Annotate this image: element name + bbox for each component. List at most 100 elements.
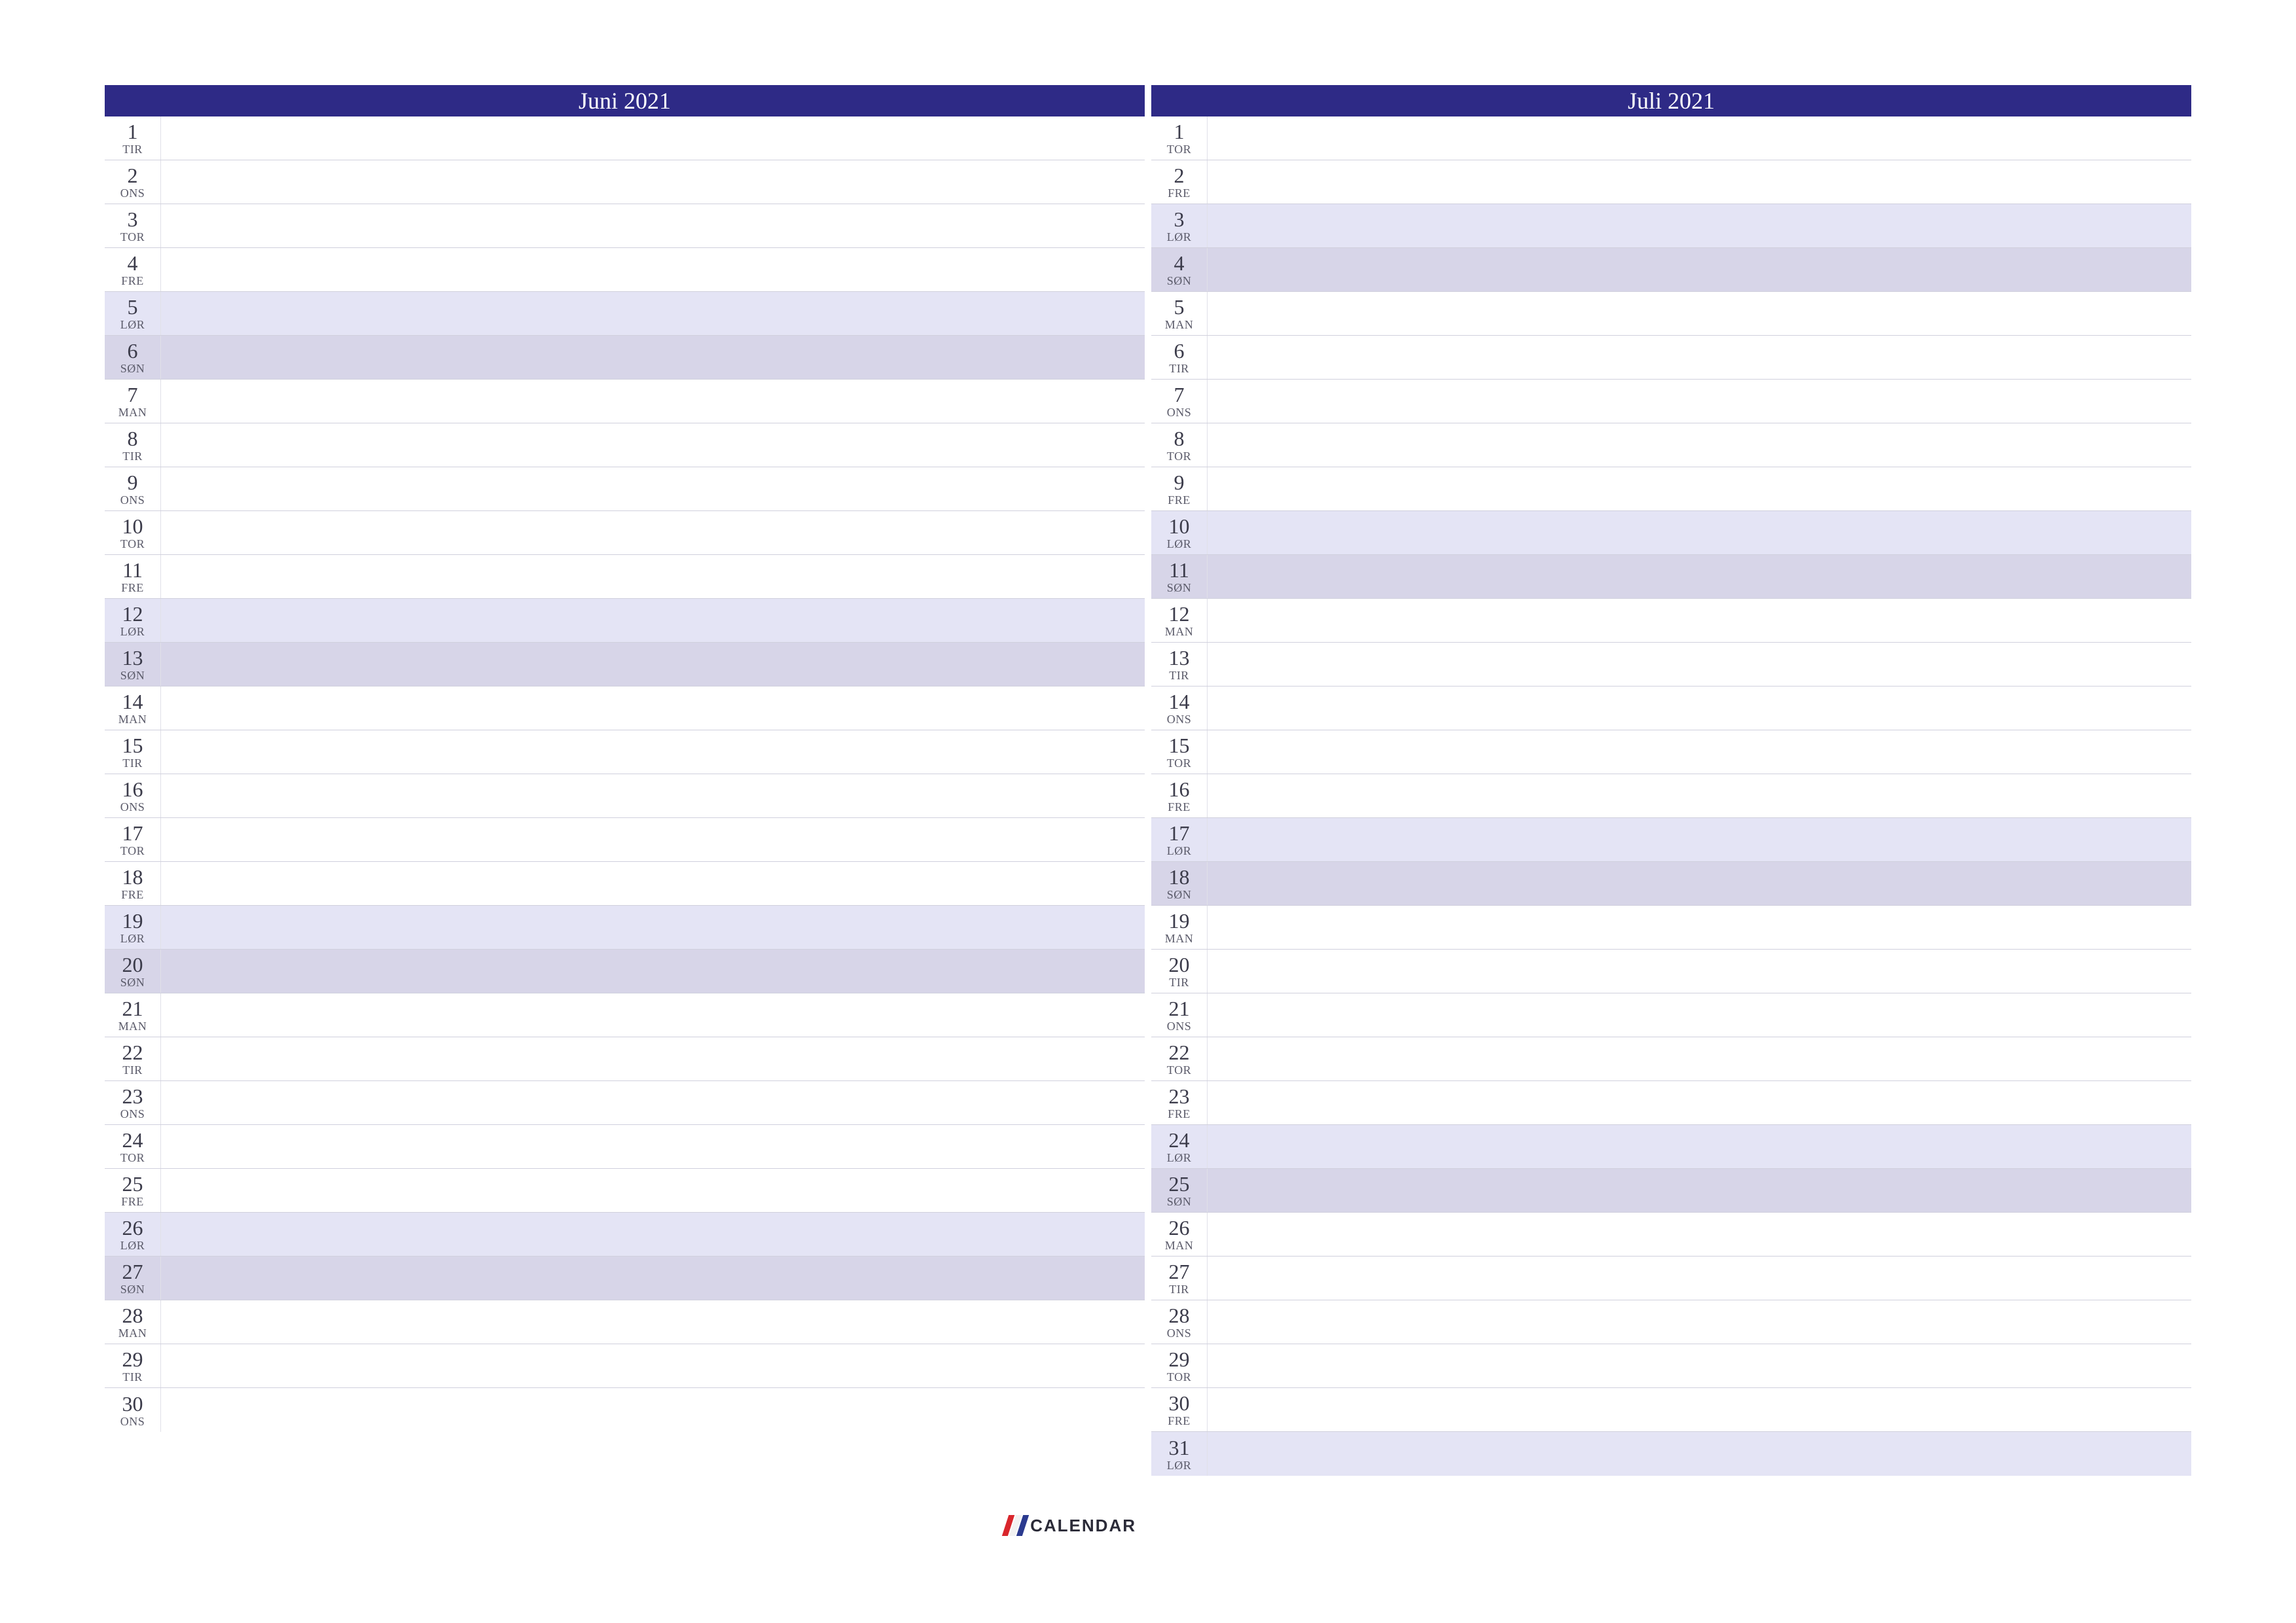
day-weekday: MAN: [1165, 1240, 1194, 1251]
day-note-space: [161, 1037, 1145, 1080]
day-label-box: 15TIR: [105, 730, 161, 774]
day-label-box: 28ONS: [1151, 1300, 1208, 1344]
day-label-box: 22TIR: [105, 1037, 161, 1080]
day-row: 24LØR: [1151, 1125, 2191, 1169]
day-note-space: [161, 906, 1145, 949]
day-label-box: 24LØR: [1151, 1125, 1208, 1168]
day-weekday: SØN: [1167, 275, 1192, 287]
day-note-space: [161, 555, 1145, 598]
day-number: 6: [1174, 340, 1185, 361]
day-label-box: 4FRE: [105, 248, 161, 291]
day-label-box: 29TIR: [105, 1344, 161, 1387]
day-row: 26 MAN: [1151, 1213, 2191, 1257]
day-note-space: [1208, 511, 2191, 554]
day-label-box: 23FRE: [1151, 1081, 1208, 1124]
day-label-box: 8TOR: [1151, 423, 1208, 467]
month-header: Juli 2021: [1151, 85, 2191, 116]
day-note-space: [1208, 1300, 2191, 1344]
day-label-box: 27SØN: [105, 1257, 161, 1300]
day-number: 2: [128, 165, 138, 186]
day-label-box: 1TIR: [105, 116, 161, 160]
day-number: 15: [122, 735, 143, 756]
day-number: 21: [1169, 998, 1190, 1019]
day-weekday: FRE: [1168, 1415, 1191, 1427]
day-weekday: MAN: [1165, 933, 1194, 944]
day-number: 16: [122, 779, 143, 800]
day-number: 20: [122, 954, 143, 975]
day-row: 1TOR: [1151, 116, 2191, 160]
day-row: 30FRE: [1151, 1388, 2191, 1432]
day-note-space: [161, 248, 1145, 291]
day-weekday: SØN: [120, 669, 145, 681]
day-label-box: 7MAN: [105, 380, 161, 423]
day-number: 11: [122, 560, 143, 580]
day-label-box: 14ONS: [1151, 687, 1208, 730]
day-note-space: [1208, 818, 2191, 861]
day-weekday: ONS: [1167, 1327, 1192, 1339]
day-weekday: FRE: [121, 275, 144, 287]
day-note-space: [161, 467, 1145, 510]
day-number: 4: [128, 253, 138, 274]
day-note-space: [1208, 1432, 2191, 1476]
day-number: 29: [122, 1349, 143, 1370]
day-label-box: 28MAN: [105, 1300, 161, 1344]
day-number: 8: [1174, 428, 1185, 449]
month-title: Juli 2021: [1628, 87, 1715, 115]
day-number: 21: [122, 998, 143, 1019]
day-weekday: MAN: [1165, 626, 1194, 637]
day-label-box: 14MAN: [105, 687, 161, 730]
day-row: 28MAN: [105, 1300, 1145, 1344]
day-number: 26: [1169, 1217, 1190, 1238]
day-list: 1TIR2ONS3TOR4FRE5LØR6SØN7MAN8TIR9ONS10TO…: [105, 116, 1145, 1432]
day-number: 1: [1174, 121, 1185, 142]
day-number: 30: [1169, 1393, 1190, 1414]
day-row: 25FRE: [105, 1169, 1145, 1213]
day-row: 17TOR: [105, 818, 1145, 862]
day-note-space: [1208, 687, 2191, 730]
day-note-space: [161, 687, 1145, 730]
day-note-space: [161, 423, 1145, 467]
day-note-space: [161, 950, 1145, 993]
day-row: 14ONS: [1151, 687, 2191, 730]
day-label-box: 27TIR: [1151, 1257, 1208, 1300]
day-weekday: ONS: [120, 187, 145, 199]
day-note-space: [1208, 950, 2191, 993]
day-weekday: SØN: [120, 976, 145, 988]
day-label-box: 18FRE: [105, 862, 161, 905]
day-weekday: MAN: [118, 1020, 147, 1032]
day-number: 24: [1169, 1130, 1190, 1150]
day-list: 1TOR2FRE3LØR4SØN5MAN6TIR7ONS8TOR9FRE10LØ…: [1151, 116, 2191, 1476]
day-row: 2ONS: [105, 160, 1145, 204]
day-number: 2: [1174, 165, 1185, 186]
day-label-box: 16FRE: [1151, 774, 1208, 817]
day-note-space: [1208, 204, 2191, 247]
day-number: 3: [1174, 209, 1185, 230]
day-row: 6 TIR: [1151, 336, 2191, 380]
day-row: 15TOR: [1151, 730, 2191, 774]
day-number: 1: [128, 121, 138, 142]
day-row: 11 FRE: [105, 555, 1145, 599]
day-label-box: 6SØN: [105, 336, 161, 379]
day-row: 4SØN: [1151, 248, 2191, 292]
day-row: 15TIR: [105, 730, 1145, 774]
day-row: 17LØR: [1151, 818, 2191, 862]
day-weekday: FRE: [121, 582, 144, 594]
brand-icon: [1004, 1515, 1025, 1536]
day-label-box: 31LØR: [1151, 1432, 1208, 1476]
day-weekday: TIR: [1169, 976, 1189, 988]
day-note-space: [161, 1169, 1145, 1212]
day-weekday: TIR: [1169, 363, 1189, 374]
day-note-space: [161, 818, 1145, 861]
day-number: 8: [128, 428, 138, 449]
day-note-space: [1208, 993, 2191, 1037]
day-row: 28ONS: [1151, 1300, 2191, 1344]
day-number: 28: [122, 1305, 143, 1326]
day-weekday: LØR: [120, 319, 145, 330]
day-number: 29: [1169, 1349, 1190, 1370]
day-note-space: [1208, 1388, 2191, 1431]
day-note-space: [161, 1344, 1145, 1387]
day-note-space: [1208, 862, 2191, 905]
day-row: 5MAN: [1151, 292, 2191, 336]
day-weekday: TIR: [122, 1064, 143, 1076]
day-row: 29TIR: [105, 1344, 1145, 1388]
